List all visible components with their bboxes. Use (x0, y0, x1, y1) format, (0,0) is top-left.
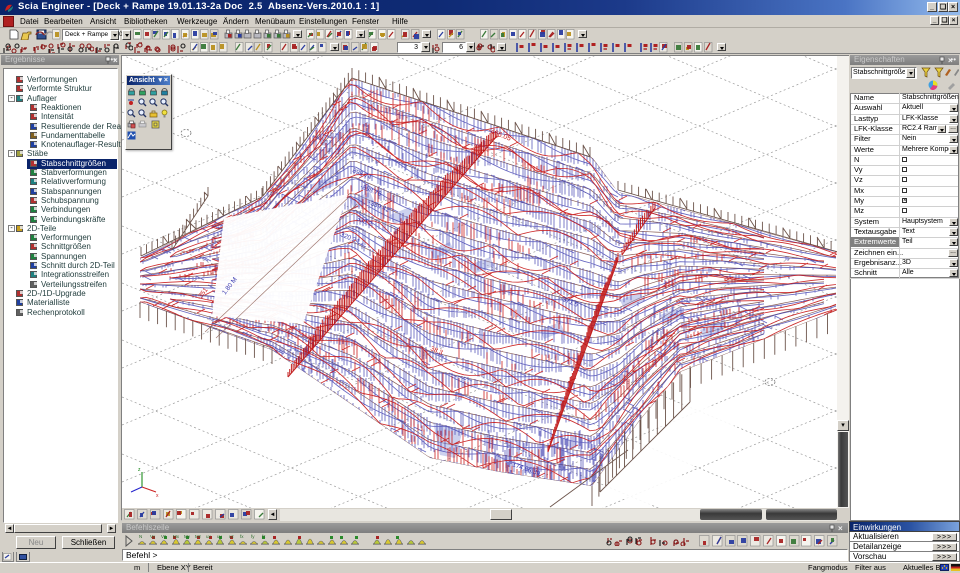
svg-text:z: z (138, 467, 141, 473)
svg-text:x: x (156, 493, 159, 499)
